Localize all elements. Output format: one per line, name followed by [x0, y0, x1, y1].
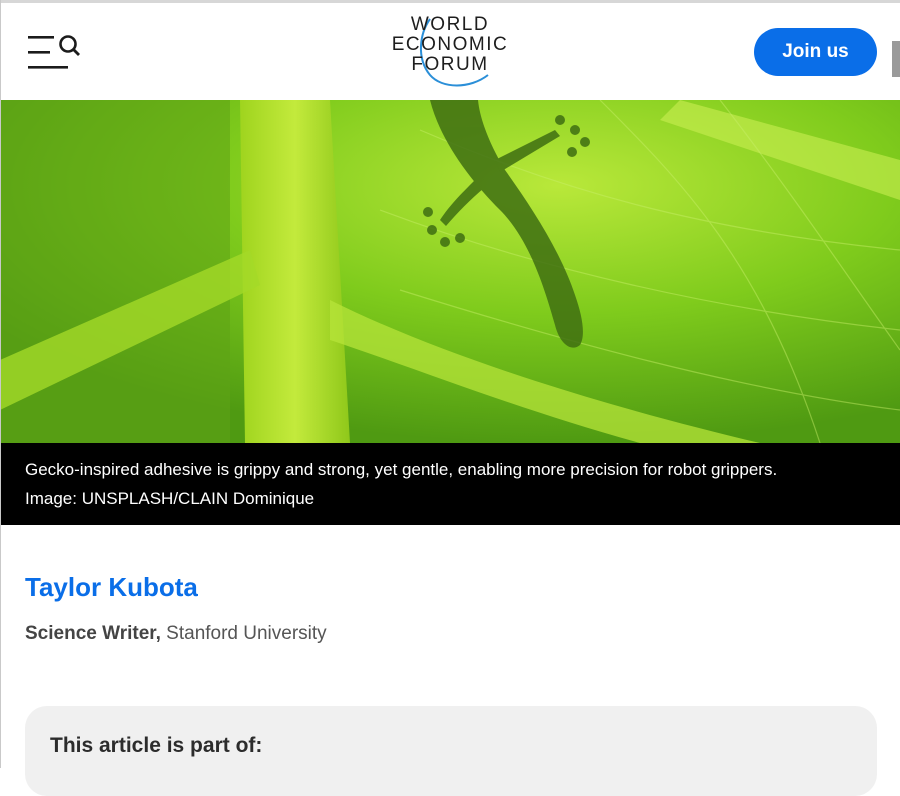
join-us-button[interactable]: Join us [754, 28, 877, 76]
part-of-heading: This article is part of: [50, 734, 263, 757]
logo-line-world: WORLD [410, 14, 490, 35]
site-header: WORLD ECONOMIC FORUM Join us [0, 3, 900, 101]
author-name-link[interactable]: Taylor Kubota [25, 572, 198, 603]
caption-text: Gecko-inspired adhesive is grippy and st… [25, 460, 778, 479]
author-org: Stanford University [160, 623, 327, 644]
author-title: Science Writer, [25, 623, 161, 644]
menu-search-icon [28, 35, 80, 69]
wef-logo[interactable]: WORLD ECONOMIC FORUM [380, 13, 520, 95]
scrollbar-thumb[interactable] [892, 41, 900, 77]
author-role: Science Writer, Stanford University [25, 623, 327, 645]
left-border [0, 0, 1, 768]
hero-image [0, 100, 900, 443]
menu-search-button[interactable] [28, 33, 84, 73]
logo-line-economic: ECONOMIC [391, 34, 509, 55]
logo-line-forum: FORUM [411, 54, 489, 75]
article-part-of-box: This article is part of: [25, 706, 877, 796]
caption-credit: Image: UNSPLASH/CLAIN Dominique [25, 489, 315, 508]
image-caption: Gecko-inspired adhesive is grippy and st… [0, 443, 900, 525]
